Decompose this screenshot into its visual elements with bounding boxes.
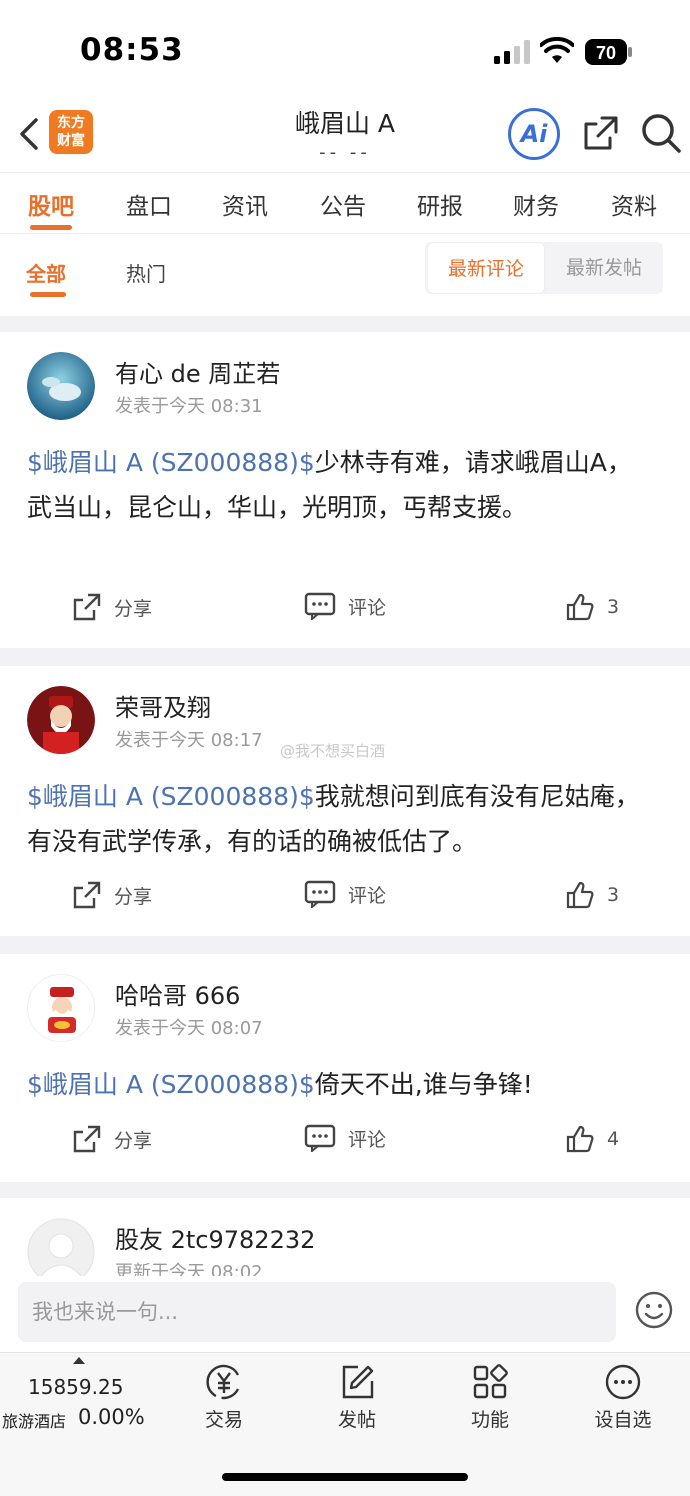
like-button[interactable]: 3 <box>565 880 619 910</box>
tab-guba[interactable]: 股吧 <box>28 187 74 221</box>
sort-toggle: 最新评论 最新发帖 <box>425 242 663 294</box>
avatar[interactable] <box>27 352 95 420</box>
comment-button[interactable]: 评论 <box>304 592 386 620</box>
sort-latest-post-button[interactable]: 最新发帖 <box>545 242 663 294</box>
tab-research[interactable]: 研报 <box>417 187 463 221</box>
post-time: 发表于今天 08:07 <box>115 1018 263 1039</box>
ai-assistant-button[interactable]: Ai <box>508 108 560 160</box>
yen-cycle-icon <box>206 1364 240 1400</box>
emoji-icon[interactable] <box>634 1290 674 1330</box>
expand-arrow-icon <box>73 1357 85 1364</box>
nav-post-label: 发帖 <box>337 1409 376 1431</box>
comment-button[interactable]: 评论 <box>304 1124 386 1152</box>
active-subtab-indicator <box>30 292 66 297</box>
battery-level: 70 <box>596 43 616 63</box>
post-username[interactable]: 哈哈哥 666 <box>115 976 240 1011</box>
edit-icon <box>342 1365 374 1399</box>
status-time: 08:53 <box>80 32 184 68</box>
bottom-nav: 15859.25 旅游酒店 0.00% 交易 发帖 功能 设自选 <box>0 1352 690 1496</box>
tab-pankou[interactable]: 盘口 <box>126 187 172 221</box>
post-time: 发表于今天 08:31 <box>115 396 263 417</box>
post-username[interactable]: 有心 de 周芷若 <box>115 354 280 389</box>
share-icon <box>73 593 101 621</box>
sub-tabs: 全部 热门 最新评论 最新发帖 <box>0 234 690 316</box>
more-circle-icon <box>605 1364 641 1400</box>
comment-button[interactable]: 评论 <box>304 880 386 908</box>
share-icon <box>73 1125 101 1153</box>
index-change: 0.00% <box>78 1405 145 1429</box>
comment-input-bar: 我也来说一句... <box>0 1276 690 1352</box>
grid-icon <box>473 1364 508 1399</box>
post-card[interactable]: 荣哥及翔 发表于今天 08:17 $峨眉山 A (SZ000888)$我就想问到… <box>0 666 690 936</box>
post-time: 更新于今天 08:02 <box>115 1262 263 1276</box>
index-name: 旅游酒店 <box>2 1412 67 1431</box>
main-tabs: 股吧 盘口 资讯 公告 研报 财务 资料 <box>0 172 690 234</box>
like-button[interactable]: 4 <box>565 1124 619 1154</box>
post-username[interactable]: 荣哥及翔 <box>115 688 211 723</box>
battery-icon: 70 <box>585 39 633 65</box>
wifi-icon <box>540 37 574 63</box>
post-content[interactable]: $峨眉山 A (SZ000888)$我就想问到底有没有尼姑庵，有没有武学传承，有… <box>27 774 647 864</box>
nav-add-watchlist-label: 设自选 <box>594 1409 652 1431</box>
subtab-hot[interactable]: 热门 <box>126 258 166 287</box>
search-icon[interactable] <box>640 112 682 154</box>
share-button[interactable]: 分享 <box>72 592 152 622</box>
stock-tag-link[interactable]: $峨眉山 A (SZ000888)$ <box>27 1070 315 1099</box>
tab-announcements[interactable]: 公告 <box>320 187 366 221</box>
nav-trade[interactable]: 交易 <box>179 1363 269 1432</box>
thumbs-up-icon <box>566 1125 594 1153</box>
comment-label: 评论 <box>348 884 387 907</box>
watermark: @我不想买白酒 <box>280 742 386 760</box>
home-indicator[interactable] <box>222 1473 468 1481</box>
subtab-all[interactable]: 全部 <box>26 258 66 287</box>
nav-add-watchlist[interactable]: 设自选 <box>578 1363 668 1432</box>
tab-news[interactable]: 资讯 <box>222 187 268 221</box>
share-button[interactable]: 分享 <box>72 880 152 910</box>
nav-post[interactable]: 发帖 <box>312 1363 402 1432</box>
nav-functions-label: 功能 <box>470 1409 509 1431</box>
share-icon <box>73 881 101 909</box>
index-value: 15859.25 <box>28 1375 124 1399</box>
cellular-signal-icon <box>494 40 530 64</box>
share-icon[interactable] <box>582 114 620 152</box>
thumbs-up-icon <box>566 881 594 909</box>
comment-label: 评论 <box>348 1128 387 1151</box>
avatar[interactable] <box>27 974 95 1042</box>
tab-profile[interactable]: 资料 <box>611 187 657 221</box>
comment-icon <box>304 880 336 908</box>
post-card[interactable]: 有心 de 周芷若 发表于今天 08:31 $峨眉山 A (SZ000888)$… <box>0 332 690 648</box>
like-count: 3 <box>607 884 620 906</box>
avatar[interactable] <box>27 686 95 754</box>
share-button[interactable]: 分享 <box>72 1124 152 1154</box>
comment-input[interactable]: 我也来说一句... <box>18 1282 616 1342</box>
comment-icon <box>304 1124 336 1152</box>
app-header: 东方 财富 峨眉山 A -- -- Ai <box>0 100 690 172</box>
share-label: 分享 <box>114 597 153 620</box>
sector-index[interactable]: 15859.25 旅游酒店 0.00% <box>0 1353 160 1443</box>
post-username[interactable]: 股友 2tc9782232 <box>115 1220 315 1255</box>
tab-finance[interactable]: 财务 <box>513 187 559 221</box>
post-content[interactable]: $峨眉山 A (SZ000888)$倚天不出,谁与争锋! <box>27 1062 647 1107</box>
post-card[interactable]: 哈哈哥 666 发表于今天 08:07 $峨眉山 A (SZ000888)$倚天… <box>0 954 690 1182</box>
post-card[interactable]: 股友 2tc9782232 更新于今天 08:02 <box>0 1198 690 1276</box>
like-count: 4 <box>607 1128 620 1150</box>
avatar[interactable] <box>27 1218 95 1276</box>
active-tab-indicator <box>30 225 72 230</box>
comment-label: 评论 <box>348 596 387 619</box>
nav-functions[interactable]: 功能 <box>445 1363 535 1432</box>
nav-trade-label: 交易 <box>204 1409 243 1431</box>
like-button[interactable]: 3 <box>565 592 619 622</box>
like-count: 3 <box>607 596 620 618</box>
post-time: 发表于今天 08:17 <box>115 730 263 751</box>
status-bar: 08:53 70 <box>0 0 690 100</box>
thumbs-up-icon <box>566 593 594 621</box>
sort-latest-comment-button[interactable]: 最新评论 <box>427 242 545 294</box>
share-label: 分享 <box>114 1129 153 1152</box>
share-label: 分享 <box>114 885 153 908</box>
stock-tag-link[interactable]: $峨眉山 A (SZ000888)$ <box>27 448 315 477</box>
stock-tag-link[interactable]: $峨眉山 A (SZ000888)$ <box>27 782 315 811</box>
comment-icon <box>304 592 336 620</box>
post-content[interactable]: $峨眉山 A (SZ000888)$少林寺有难，请求峨眉山A，武当山，昆仑山，华… <box>27 440 647 530</box>
post-text: 倚天不出,谁与争锋! <box>314 1070 533 1099</box>
